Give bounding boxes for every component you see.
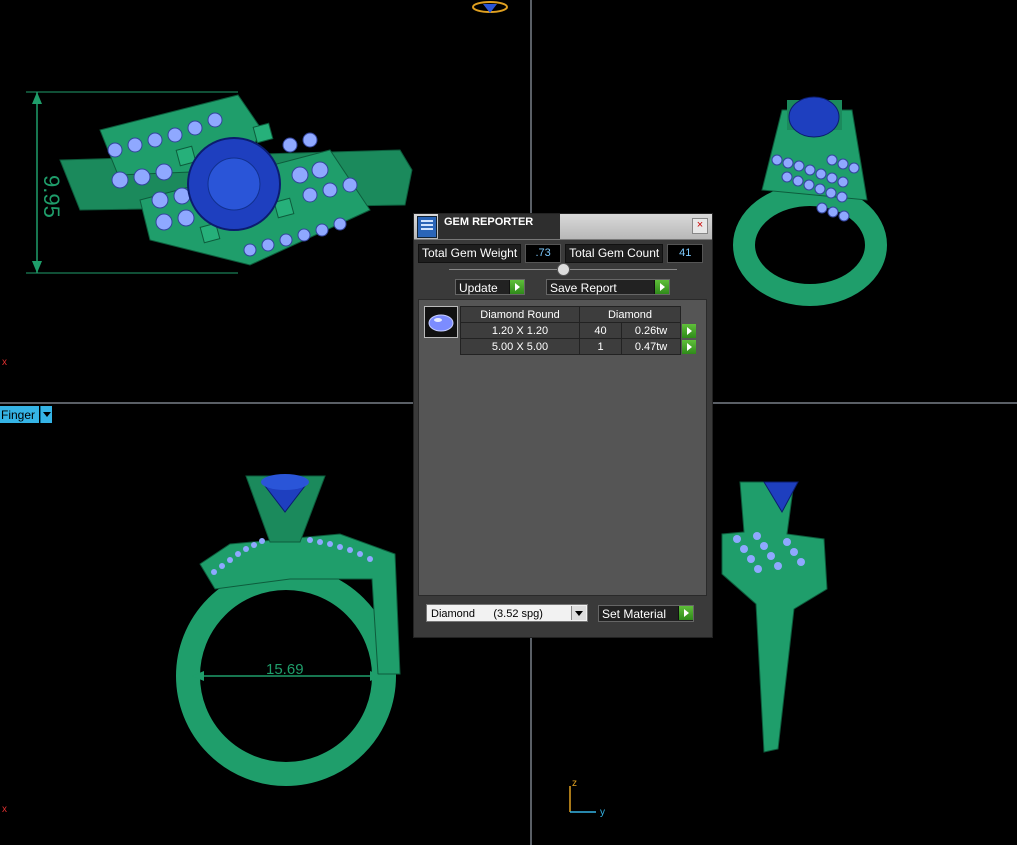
gem-weight-cell: 0.26tw	[621, 322, 681, 339]
save-report-button-label: Save Report	[550, 281, 617, 295]
gem-thumbnail-icon[interactable]	[424, 306, 458, 338]
totals-row: Total Gem Weight .73 Total Gem Count 41	[418, 244, 704, 263]
update-button-label: Update	[459, 281, 498, 295]
gem-reporter-icon	[417, 216, 437, 238]
set-material-button[interactable]: Set Material	[598, 605, 694, 622]
y-axis-label: y	[600, 807, 605, 818]
gem-thumbnail-svg	[428, 314, 454, 332]
close-icon[interactable]: ×	[692, 218, 708, 234]
slider-knob[interactable]	[557, 263, 570, 276]
gem-table: Diamond Round Diamond 1.20 X 1.20 40 0.2…	[460, 306, 698, 355]
z-axis-label: z	[572, 778, 577, 789]
gem-reporter-panel: GEM REPORTER × Total Gem Weight .73 Tota…	[413, 213, 713, 638]
viewport-view-selector[interactable]: Finger	[0, 406, 53, 423]
save-report-button[interactable]: Save Report	[546, 279, 670, 295]
chevron-down-icon[interactable]	[40, 406, 53, 423]
viewport-view-label: Finger	[0, 406, 40, 423]
table-row[interactable]: 5.00 X 5.00 1 0.47tw	[460, 338, 698, 355]
panel-titlebar[interactable]: GEM REPORTER ×	[414, 214, 712, 240]
gem-size-cell: 1.20 X 1.20	[460, 322, 580, 339]
update-button[interactable]: Update	[455, 279, 525, 295]
total-gem-count-label: Total Gem Count	[565, 244, 664, 263]
play-icon	[654, 280, 669, 294]
gem-weight-cell: 0.47tw	[621, 338, 681, 355]
gem-size-cell: 5.00 X 5.00	[460, 338, 580, 355]
total-gem-weight-label: Total Gem Weight	[418, 244, 522, 263]
play-icon[interactable]	[682, 323, 696, 338]
material-select[interactable]: Diamond (3.52 spg)	[426, 604, 588, 622]
total-gem-count-value: 41	[667, 244, 704, 263]
gem-count-cell: 40	[578, 322, 623, 339]
gem-list: Diamond Round Diamond 1.20 X 1.20 40 0.2…	[418, 299, 707, 596]
material-select-value: Diamond (3.52 spg)	[431, 608, 543, 620]
height-dimension-text: 9.95	[39, 175, 64, 218]
play-icon	[509, 280, 524, 294]
play-icon	[678, 606, 693, 620]
dropdown-arrow-icon[interactable]	[571, 606, 586, 620]
x-axis-indicator: x	[2, 357, 7, 368]
gem-table-header-shape: Diamond Round	[460, 306, 580, 323]
x-axis-indicator-2: x	[2, 804, 7, 815]
panel-slider[interactable]	[449, 263, 677, 276]
gem-count-cell: 1	[578, 338, 623, 355]
set-material-button-label: Set Material	[602, 607, 667, 621]
panel-title: GEM REPORTER	[438, 214, 560, 239]
total-gem-weight-value: .73	[525, 244, 562, 263]
gem-orientation-icon	[472, 1, 508, 13]
table-row[interactable]: 1.20 X 1.20 40 0.26tw	[460, 322, 698, 339]
inner-diameter-text: 15.69	[266, 661, 304, 678]
gem-table-header-material: Diamond	[579, 306, 681, 323]
play-icon[interactable]	[682, 339, 697, 354]
